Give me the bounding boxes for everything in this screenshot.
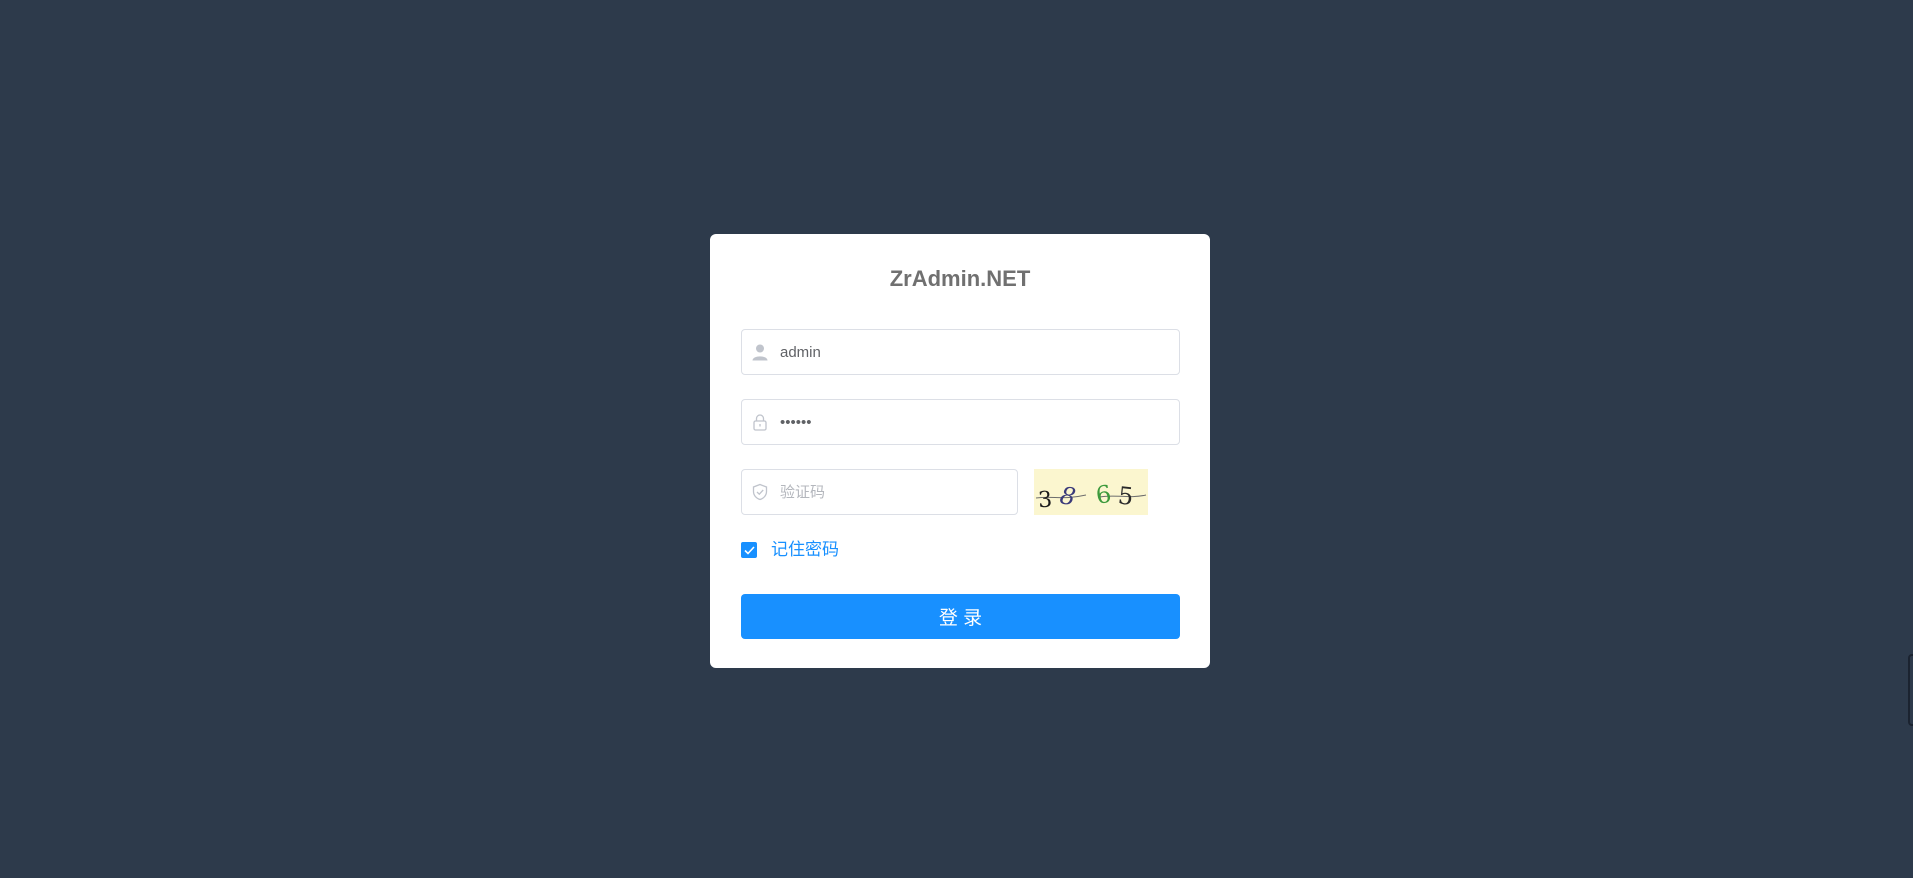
checkbox-checked-icon[interactable]	[741, 542, 757, 558]
captcha-input[interactable]	[780, 470, 1009, 514]
edge-drawer-handle[interactable]	[1908, 654, 1913, 726]
captcha-field[interactable]	[741, 469, 1018, 515]
login-card: ZrAdmin.NET admin 验证码 3 8 6 5 记住密码 登 录	[710, 234, 1210, 668]
remember-password-label[interactable]: 记住密码	[771, 540, 839, 560]
checkmark-icon	[743, 545, 755, 555]
captcha-digit-4: 5	[1117, 481, 1135, 510]
login-title: ZrAdmin.NET	[889, 266, 1031, 291]
captcha-digit-1: 3	[1037, 487, 1053, 513]
remember-password-checkbox[interactable]: 记住密码	[741, 540, 839, 560]
shield-check-icon	[752, 483, 768, 501]
username-field[interactable]	[741, 329, 1180, 375]
lock-icon	[753, 414, 767, 431]
login-page: ZrAdmin.NET admin 验证码 3 8 6 5 记住密码 登 录	[0, 0, 1913, 878]
user-icon	[752, 344, 768, 361]
password-input[interactable]	[780, 400, 1171, 444]
captcha-image[interactable]: 3 8 6 5	[1034, 469, 1148, 515]
username-input[interactable]	[780, 330, 1171, 374]
password-field[interactable]	[741, 399, 1180, 445]
login-button[interactable]: 登 录	[741, 594, 1180, 639]
